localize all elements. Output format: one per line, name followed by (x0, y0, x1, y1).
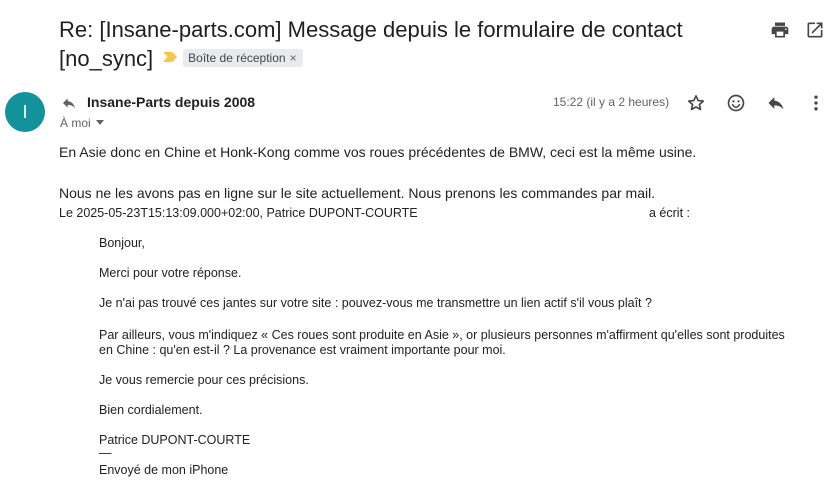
quote-sent-from: Envoyé de mon iPhone (99, 463, 229, 477)
recipient-text: À moi (60, 116, 91, 130)
quote-greeting: Bonjour, (99, 236, 145, 250)
quote-question-1: Je n'ai pas trouvé ces jantes sur votre … (99, 296, 652, 310)
quote-thanks: Merci pour votre réponse. (99, 266, 242, 280)
subject-line-2: [no_sync] (59, 46, 154, 71)
sender-avatar[interactable]: I (5, 92, 45, 132)
body-paragraph-1: En Asie donc en Chine et Honk-Kong comme… (59, 144, 697, 160)
print-icon[interactable] (770, 20, 790, 40)
attribution-wrote: a écrit : (649, 206, 690, 220)
quote-closing: Bien cordialement. (99, 403, 203, 417)
more-vert-icon[interactable] (806, 93, 826, 113)
email-view: Re: [Insane-parts.com] Message depuis le… (0, 0, 840, 483)
inbox-label-text: Boîte de réception (188, 51, 286, 65)
star-icon[interactable] (686, 93, 706, 113)
recipient-dropdown[interactable]: À moi (60, 116, 104, 130)
remove-label-icon[interactable]: × (290, 51, 297, 65)
quote-attribution: Le 2025-05-23T15:13:09.000+02:00, Patric… (59, 206, 690, 220)
quote-question-2: Par ailleurs, vous m'indiquez « Ces roue… (99, 328, 785, 357)
attribution-text: Le 2025-05-23T15:13:09.000+02:00, Patric… (59, 206, 418, 220)
quote-thanks-2: Je vous remercie pour ces précisions. (99, 373, 309, 387)
quote-signature: Patrice DUPONT-COURTE (99, 433, 251, 447)
replied-arrow-icon (63, 98, 75, 109)
subject-line-1: Re: [Insane-parts.com] Message depuis le… (59, 17, 683, 42)
message-date: 15:22 (il y a 2 heures) (553, 95, 670, 109)
emoji-icon[interactable] (726, 93, 746, 113)
email-subject: Re: [Insane-parts.com] Message depuis le… (59, 15, 749, 73)
sender-name[interactable]: Insane-Parts depuis 2008 (87, 94, 255, 110)
important-marker-icon[interactable] (163, 52, 178, 62)
inbox-label-chip[interactable]: Boîte de réception × (183, 49, 303, 67)
reply-icon[interactable] (766, 93, 786, 113)
open-in-new-window-icon[interactable] (805, 20, 825, 40)
signature-separator: — (99, 446, 112, 460)
chevron-down-icon (95, 120, 104, 125)
body-paragraph-2: Nous ne les avons pas en ligne sur le si… (59, 185, 656, 201)
